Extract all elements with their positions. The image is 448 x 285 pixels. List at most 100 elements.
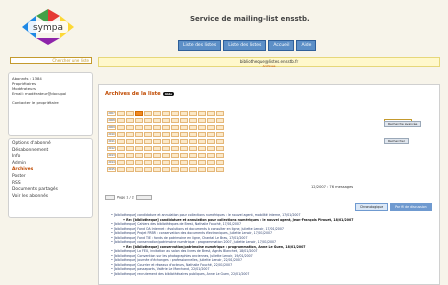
archive-month-cell[interactable] (117, 118, 125, 123)
archive-month-cell[interactable] (135, 139, 143, 144)
archive-month-cell[interactable] (216, 132, 224, 137)
archive-month-cell[interactable] (126, 153, 134, 158)
archive-month-cell[interactable] (153, 153, 161, 158)
archive-month-cell[interactable] (216, 153, 224, 158)
archive-month-cell[interactable] (117, 160, 125, 165)
archive-month-cell[interactable] (126, 167, 134, 172)
archive-month-cell[interactable] (153, 146, 161, 151)
menu-item-subscriber-options[interactable]: Options d'abonné (12, 141, 89, 148)
archive-month-cell[interactable] (198, 111, 206, 116)
archive-month-cell[interactable] (207, 118, 215, 123)
archive-month-cell[interactable] (180, 153, 188, 158)
archive-month-cell[interactable] (171, 139, 179, 144)
archive-month-cell[interactable] (162, 111, 170, 116)
next-page-button[interactable] (135, 195, 152, 200)
archive-month-cell[interactable] (153, 125, 161, 130)
nav-button[interactable]: Liste des listes (223, 40, 267, 51)
archive-month-cell[interactable] (171, 153, 179, 158)
menu-item-archives[interactable]: Archives (12, 167, 89, 174)
archive-month-cell[interactable] (117, 167, 125, 172)
archive-month-cell[interactable] (126, 118, 134, 123)
archive-month-cell[interactable] (189, 160, 197, 165)
archive-month-cell[interactable] (189, 132, 197, 137)
menu-item-post[interactable]: Poster (12, 174, 89, 181)
archive-month-cell[interactable] (216, 118, 224, 123)
archive-month-cell[interactable] (189, 167, 197, 172)
archive-month-cell[interactable] (171, 125, 179, 130)
archive-month-cell[interactable] (198, 160, 206, 165)
archive-month-cell[interactable] (180, 125, 188, 130)
archive-month-cell[interactable] (180, 111, 188, 116)
archive-month-cell[interactable] (144, 118, 152, 123)
archive-month-cell[interactable] (144, 146, 152, 151)
archive-month-cell[interactable] (216, 146, 224, 151)
archive-month-cell[interactable] (162, 118, 170, 123)
archive-month-cell[interactable] (189, 139, 197, 144)
archive-month-cell[interactable] (144, 132, 152, 137)
archive-month-cell[interactable] (117, 146, 125, 151)
archive-month-cell[interactable] (144, 153, 152, 158)
archive-month-cell[interactable] (162, 139, 170, 144)
archive-month-cell[interactable] (135, 146, 143, 151)
archive-month-cell[interactable] (144, 111, 152, 116)
archive-month-cell[interactable] (198, 153, 206, 158)
archive-month-cell[interactable] (135, 125, 143, 130)
archive-month-cell[interactable] (126, 125, 134, 130)
archive-month-cell[interactable] (126, 139, 134, 144)
archive-month-cell[interactable] (198, 139, 206, 144)
archive-month-cell[interactable] (171, 167, 179, 172)
archive-month-cell[interactable] (189, 125, 197, 130)
archive-year-cell[interactable]: 2011 (107, 139, 116, 144)
archive-month-cell[interactable] (117, 125, 125, 130)
archive-month-cell[interactable] (162, 153, 170, 158)
archive-month-cell[interactable] (207, 160, 215, 165)
archive-month-cell[interactable] (180, 167, 188, 172)
archive-month-cell[interactable] (198, 132, 206, 137)
archive-year-cell[interactable]: 2010 (107, 132, 116, 137)
archive-month-cell[interactable] (153, 132, 161, 137)
menu-item-shared-docs[interactable]: Documents partagés (12, 187, 89, 194)
archive-month-cell[interactable] (207, 125, 215, 130)
archive-month-cell[interactable] (135, 153, 143, 158)
archive-month-cell[interactable] (117, 111, 125, 116)
archive-year-cell[interactable]: 2012 (107, 146, 116, 151)
archive-search-button[interactable]: Rechercher (384, 137, 409, 144)
archive-month-cell[interactable] (189, 111, 197, 116)
archive-month-cell[interactable] (189, 153, 197, 158)
archive-month-cell[interactable] (126, 111, 134, 116)
archive-month-cell[interactable] (207, 132, 215, 137)
advanced-search-button[interactable]: Recherche avancée (384, 121, 422, 127)
archive-month-cell[interactable] (135, 118, 143, 123)
archive-month-cell[interactable] (207, 111, 215, 116)
archive-month-cell[interactable] (117, 132, 125, 137)
archive-month-cell[interactable] (216, 167, 224, 172)
archive-year-cell[interactable]: 2015 (107, 167, 116, 172)
menu-item-subscribers[interactable]: Voir les abonnés (12, 194, 89, 201)
archive-month-cell[interactable] (180, 118, 188, 123)
archive-month-cell[interactable] (171, 111, 179, 116)
archive-month-cell[interactable] (207, 167, 215, 172)
archive-month-cell[interactable] (126, 146, 134, 151)
archive-year-cell[interactable]: 2014 (107, 160, 116, 165)
archive-month-cell[interactable] (162, 132, 170, 137)
archive-month-cell[interactable] (144, 160, 152, 165)
archive-month-cell[interactable] (153, 111, 161, 116)
sympa-logo[interactable]: sympa (20, 8, 76, 46)
archive-month-cell[interactable] (207, 146, 215, 151)
archive-month-cell[interactable] (198, 125, 206, 130)
archive-month-cell[interactable] (153, 118, 161, 123)
nav-button[interactable]: Liste des listes (178, 40, 222, 51)
archive-month-cell[interactable] (180, 139, 188, 144)
archive-month-cell[interactable] (171, 146, 179, 151)
archive-month-cell[interactable] (207, 139, 215, 144)
archive-month-cell[interactable] (144, 125, 152, 130)
archive-month-cell[interactable] (162, 125, 170, 130)
archive-month-cell[interactable] (180, 146, 188, 151)
nav-button[interactable]: Aide (296, 40, 317, 51)
archive-month-cell[interactable] (189, 146, 197, 151)
archive-month-cell[interactable] (180, 160, 188, 165)
archive-month-cell[interactable] (144, 139, 152, 144)
search-input[interactable]: Chercher une liste (10, 57, 92, 64)
archive-month-cell[interactable] (135, 111, 143, 116)
archive-month-cell[interactable] (216, 125, 224, 130)
